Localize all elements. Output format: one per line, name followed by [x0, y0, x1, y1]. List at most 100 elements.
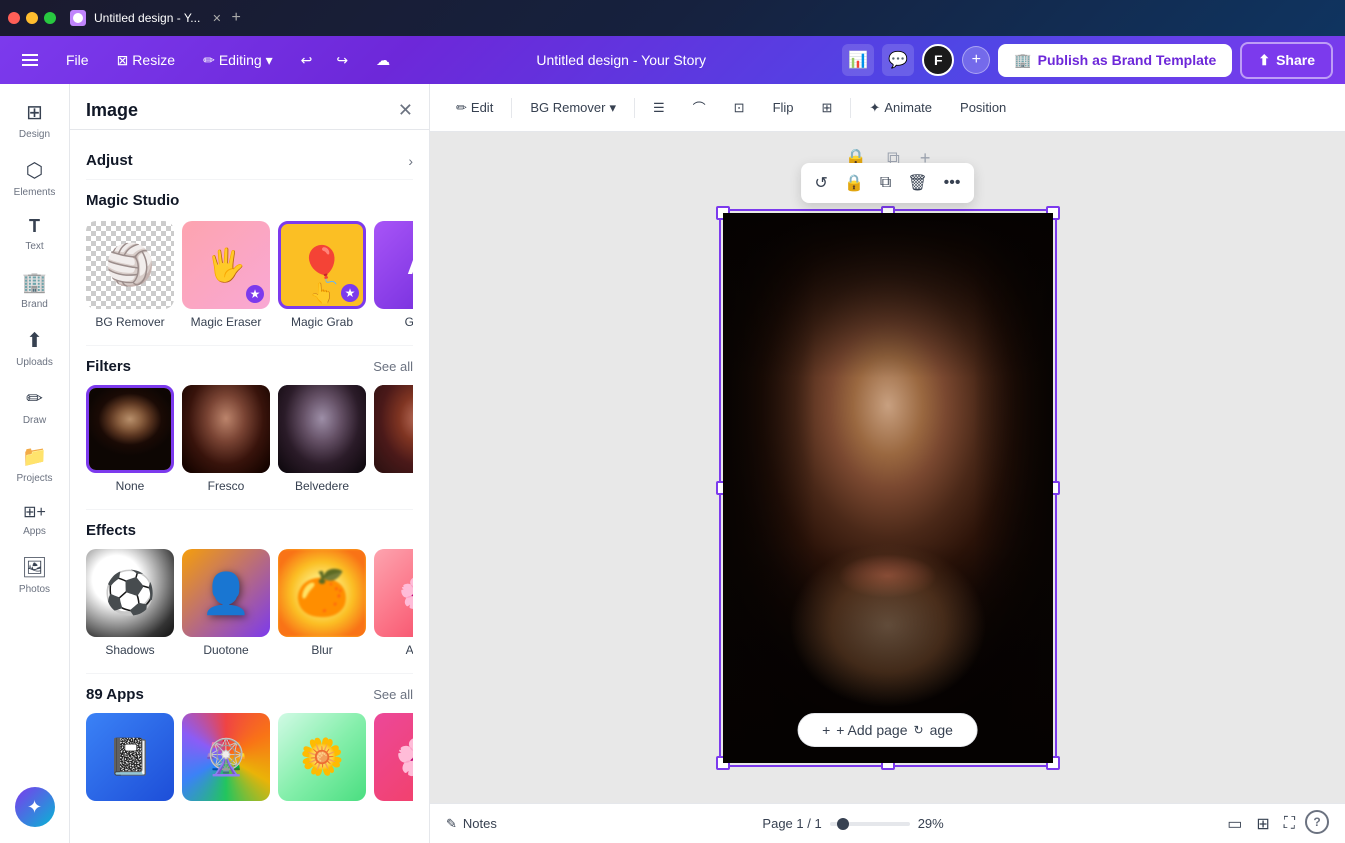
photos-icon: 🖼	[22, 555, 47, 580]
position-button[interactable]: Position	[950, 94, 1016, 121]
editing-menu-button[interactable]: ✏ Editing ▾	[193, 46, 283, 75]
app-item-0[interactable]: 📓	[86, 713, 174, 801]
sidebar-item-draw[interactable]: ✏ Draw	[5, 378, 65, 434]
duplicate-button[interactable]: ⧉	[876, 170, 895, 196]
delete-button[interactable]: 🗑	[903, 169, 931, 197]
filters-header: Filters See all	[86, 358, 413, 375]
auto-label: Auto	[406, 643, 413, 657]
bg-remover-button[interactable]: BG Remover ▾	[520, 94, 626, 122]
image-toolbar: ✏ Edit BG Remover ▾ ☰ ⌒ ⊡ Flip ⊞	[430, 84, 1345, 132]
left-sidebar: ⊞ Design ⬡ Elements T Text 🏢 Brand ⬆ Upl…	[0, 84, 70, 843]
bottom-bar: ✎ Notes Page 1 / 1 29% ▭ ⊞ ⛶ ?	[430, 803, 1345, 843]
sidebar-item-photos[interactable]: 🖼 Photos	[5, 547, 65, 603]
lines-button[interactable]: ☰	[643, 94, 675, 122]
app-flower-thumb: 🌼	[278, 713, 366, 801]
crop-button[interactable]: ⌒	[683, 92, 716, 123]
magic-studio-section-title: Magic Studio	[86, 192, 413, 209]
canvas-workspace[interactable]: 🔒 ⧉ + ↺ 🔒 ⧉	[430, 132, 1345, 803]
rotate-button[interactable]: ↺	[811, 169, 832, 197]
magic-eraser-item[interactable]: 🖐 ★ Magic Eraser	[182, 221, 270, 329]
help-button[interactable]: ?	[1305, 810, 1329, 834]
fullscreen-button[interactable]: ⛶	[1280, 810, 1299, 838]
comment-button[interactable]: 💬	[882, 44, 914, 76]
file-menu-button[interactable]: File	[56, 46, 99, 74]
filter-fresco-item[interactable]: Fresco	[182, 385, 270, 493]
undo-button[interactable]: ↩	[291, 46, 323, 75]
redo-button[interactable]: ↪	[326, 46, 358, 75]
canvas-frame: ↺ 🔒 ⧉ 🗑 •••	[723, 213, 1053, 763]
page-info: Page 1 / 1 29%	[762, 816, 957, 831]
filter-fourth-item[interactable]: F	[374, 385, 413, 493]
lock-image-button[interactable]: 🔒	[840, 169, 868, 197]
magic-eraser-thumb: 🖐 ★	[182, 221, 270, 309]
sidebar-item-apps[interactable]: ⊞+ Apps	[5, 494, 65, 545]
shadows-effect-item[interactable]: ⚽ Shadows	[86, 549, 174, 657]
magic-studio-grid: BG Remover 🖐 ★ Magic Eraser 🎈 ★ 👆 Mag	[86, 221, 413, 329]
panel-close-button[interactable]: ✕	[398, 100, 413, 121]
filter-belvedere-item[interactable]: Belvedere	[278, 385, 366, 493]
maximize-button[interactable]	[44, 12, 56, 24]
grid-button[interactable]: ⊞	[812, 94, 843, 122]
app-item-1[interactable]: 🎡	[182, 713, 270, 801]
notes-button[interactable]: ✎ Notes	[446, 816, 497, 832]
apps-title: 89 Apps	[86, 686, 144, 703]
blur-label: Blur	[311, 643, 332, 657]
user-avatar[interactable]: F	[922, 44, 954, 76]
animate-button[interactable]: ✦ Animate	[859, 94, 942, 122]
zoom-slider[interactable]	[830, 822, 910, 826]
add-page-icon: +	[822, 722, 830, 738]
magic-studio-button[interactable]: ✦	[15, 787, 55, 827]
filter-none-item[interactable]: None	[86, 385, 174, 493]
resize-menu-button[interactable]: ⊠ Resize	[107, 46, 186, 75]
close-button[interactable]	[8, 12, 20, 24]
add-collaborator-button[interactable]: +	[962, 46, 990, 74]
add-page-button[interactable]: + + Add page ↻ age	[797, 713, 978, 747]
filters-title: Filters	[86, 358, 131, 375]
magic-grab-item[interactable]: 🎈 ★ 👆 Magic Grab	[278, 221, 366, 329]
minimize-button[interactable]	[26, 12, 38, 24]
duotone-effect-item[interactable]: 👤 Duotone	[182, 549, 270, 657]
sidebar-item-elements[interactable]: ⬡ Elements	[5, 150, 65, 206]
grab-item[interactable]: A Grab	[374, 221, 413, 329]
apps-icon: ⊞+	[23, 502, 46, 522]
photos-label: Photos	[19, 584, 50, 595]
document-title: Untitled design - Your Story	[408, 52, 834, 68]
app-item-3[interactable]: 🌸	[374, 713, 413, 801]
publish-brand-template-button[interactable]: 🏢 Publish as Brand Template	[998, 44, 1232, 77]
view-grid-button[interactable]: ⊞	[1252, 810, 1273, 838]
bg-remover-item[interactable]: BG Remover	[86, 221, 174, 329]
share-button[interactable]: ⬆ Share	[1240, 42, 1333, 79]
auto-effect-item[interactable]: 🌸 Auto	[374, 549, 413, 657]
publish-icon: 🏢	[1014, 52, 1031, 69]
grab-label: Grab	[405, 315, 413, 329]
app-item-2[interactable]: 🌼	[278, 713, 366, 801]
view-single-button[interactable]: ▭	[1223, 810, 1246, 838]
hamburger-icon	[22, 54, 38, 66]
floating-toolbar: ↺ 🔒 ⧉ 🗑 •••	[801, 163, 975, 203]
view-controls: ▭ ⊞ ⛶ ?	[1223, 810, 1329, 838]
sidebar-item-projects[interactable]: 📁 Projects	[5, 436, 65, 492]
save-cloud-button[interactable]: ☁	[366, 46, 400, 75]
new-tab-button[interactable]: +	[232, 9, 241, 27]
sidebar-item-text[interactable]: T Text	[5, 208, 65, 260]
stats-button[interactable]: 📊	[842, 44, 874, 76]
loading-icon: ↻	[914, 723, 924, 737]
adjust-section[interactable]: Adjust ›	[86, 142, 413, 180]
toolbar-divider-2	[634, 98, 635, 118]
aspect-icon: ⊡	[734, 100, 745, 116]
flip-button[interactable]: Flip	[763, 94, 804, 121]
tab-close-button[interactable]: ✕	[212, 12, 221, 25]
hamburger-menu-button[interactable]	[12, 48, 48, 72]
effects-header: Effects	[86, 522, 413, 539]
sidebar-item-uploads[interactable]: ⬆ Uploads	[5, 320, 65, 376]
filters-see-all[interactable]: See all	[373, 359, 413, 374]
sidebar-item-brand[interactable]: 🏢 Brand	[5, 262, 65, 318]
share-icon: ⬆	[1258, 52, 1270, 69]
more-options-button[interactable]: •••	[940, 170, 965, 196]
blur-effect-item[interactable]: 🍊 Blur	[278, 549, 366, 657]
apps-see-all[interactable]: See all	[373, 687, 413, 702]
aspect-ratio-button[interactable]: ⊡	[724, 94, 755, 122]
edit-button[interactable]: ✏ Edit	[446, 94, 503, 122]
adjust-label: Adjust	[86, 152, 133, 169]
sidebar-item-design[interactable]: ⊞ Design	[5, 92, 65, 148]
